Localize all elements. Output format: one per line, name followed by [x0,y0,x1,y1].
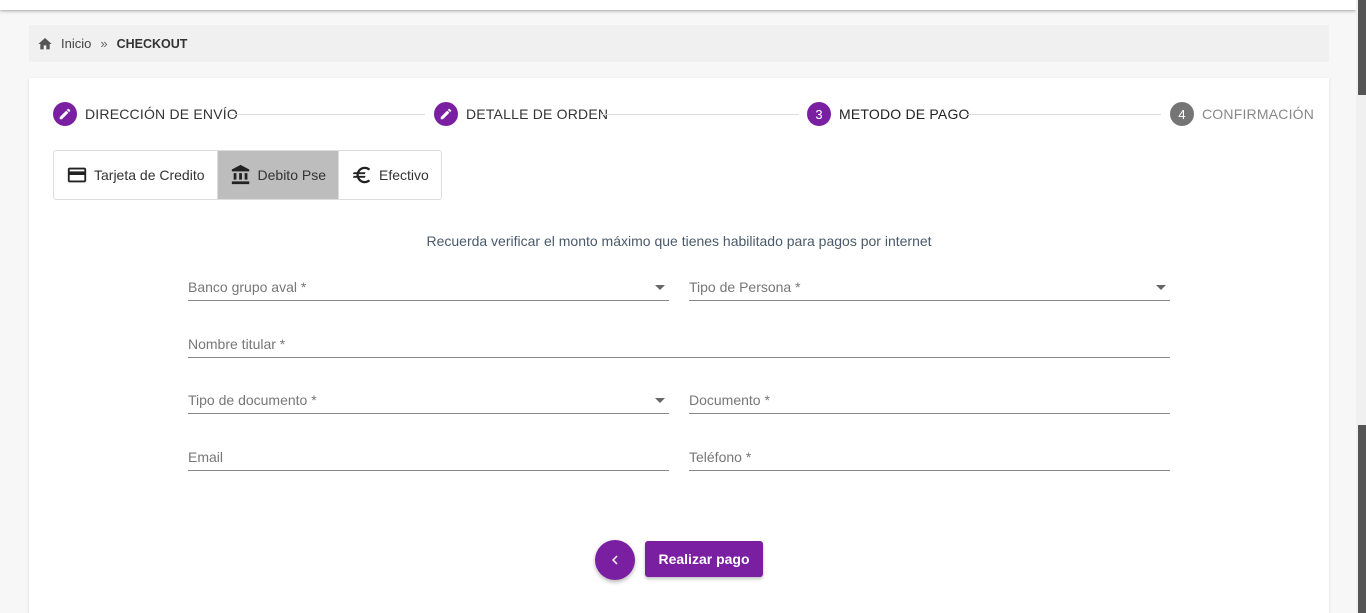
step-connector [229,114,425,115]
scrollbar-thumb-lower[interactable] [1358,425,1366,613]
step-label: CONFIRMACIÓN [1202,106,1315,122]
dropdown-arrow-icon [655,398,665,403]
email-placeholder: Email [188,449,224,465]
tab-tarjeta-credito[interactable]: Tarjeta de Credito [54,151,218,199]
person-type-select[interactable]: Tipo de Persona * [689,277,1170,301]
step-direccion-envio[interactable]: DIRECCIÓN DE ENVÍO [53,102,238,126]
tab-debito-pse[interactable]: Debito Pse [217,151,339,199]
realizar-pago-button[interactable]: Realizar pago [645,541,763,577]
back-button[interactable] [595,540,635,580]
phone-field[interactable]: Teléfono * [689,447,1170,471]
tab-label: Efectivo [379,167,429,183]
step-number: 3 [807,102,831,126]
credit-card-icon [67,167,87,183]
step-label: DETALLE DE ORDEN [466,106,609,122]
step-label: METODO DE PAGO [839,106,970,122]
step-label: DIRECCIÓN DE ENVÍO [85,106,238,122]
breadcrumb-separator: » [100,36,108,51]
breadcrumb: Inicio » CHECKOUT [29,25,1329,62]
document-type-select[interactable]: Tipo de documento * [188,390,669,414]
document-field[interactable]: Documento * [689,390,1170,414]
dropdown-arrow-icon [655,285,665,290]
holder-name-field[interactable]: Nombre titular * [188,334,1170,358]
checkout-stepper: DIRECCIÓN DE ENVÍO DETALLE DE ORDEN 3 ME… [53,102,1314,128]
email-field[interactable]: Email [188,447,669,471]
step-connector [601,114,799,115]
holder-name-placeholder: Nombre titular * [188,336,286,352]
back-chevron-icon [612,555,618,565]
checkout-card: DIRECCIÓN DE ENVÍO DETALLE DE ORDEN 3 ME… [29,78,1329,613]
edit-icon [53,102,77,126]
step-metodo-pago[interactable]: 3 METODO DE PAGO [807,102,970,126]
tab-efectivo[interactable]: Efectivo [339,151,441,199]
page-scrollbar[interactable] [1356,0,1366,613]
tab-label: Tarjeta de Credito [94,167,205,183]
payment-notice: Recuerda verificar el monto máximo que t… [426,233,932,249]
step-detalle-orden[interactable]: DETALLE DE ORDEN [434,102,608,126]
person-type-placeholder: Tipo de Persona * [689,279,801,295]
scrollbar-thumb[interactable] [1358,0,1366,95]
dropdown-arrow-icon [1156,285,1166,290]
home-icon[interactable] [37,36,53,52]
euro-icon [352,166,371,184]
phone-placeholder: Teléfono * [689,449,752,465]
step-confirmacion[interactable]: 4 CONFIRMACIÓN [1170,102,1314,126]
top-app-bar [0,0,1356,10]
document-placeholder: Documento * [689,392,770,408]
bank-placeholder: Banco grupo aval * [188,279,307,295]
bank-select[interactable]: Banco grupo aval * [188,277,669,301]
breadcrumb-current: CHECKOUT [116,36,188,51]
breadcrumb-home-link[interactable]: Inicio [61,36,91,51]
step-connector [965,114,1161,115]
payment-method-tabs: Tarjeta de Credito Debito Pse Efectivo [53,150,442,200]
tab-label: Debito Pse [257,167,326,183]
step-number: 4 [1170,102,1194,126]
bank-icon [231,164,249,185]
document-type-placeholder: Tipo de documento * [188,392,317,408]
edit-icon [434,102,458,126]
